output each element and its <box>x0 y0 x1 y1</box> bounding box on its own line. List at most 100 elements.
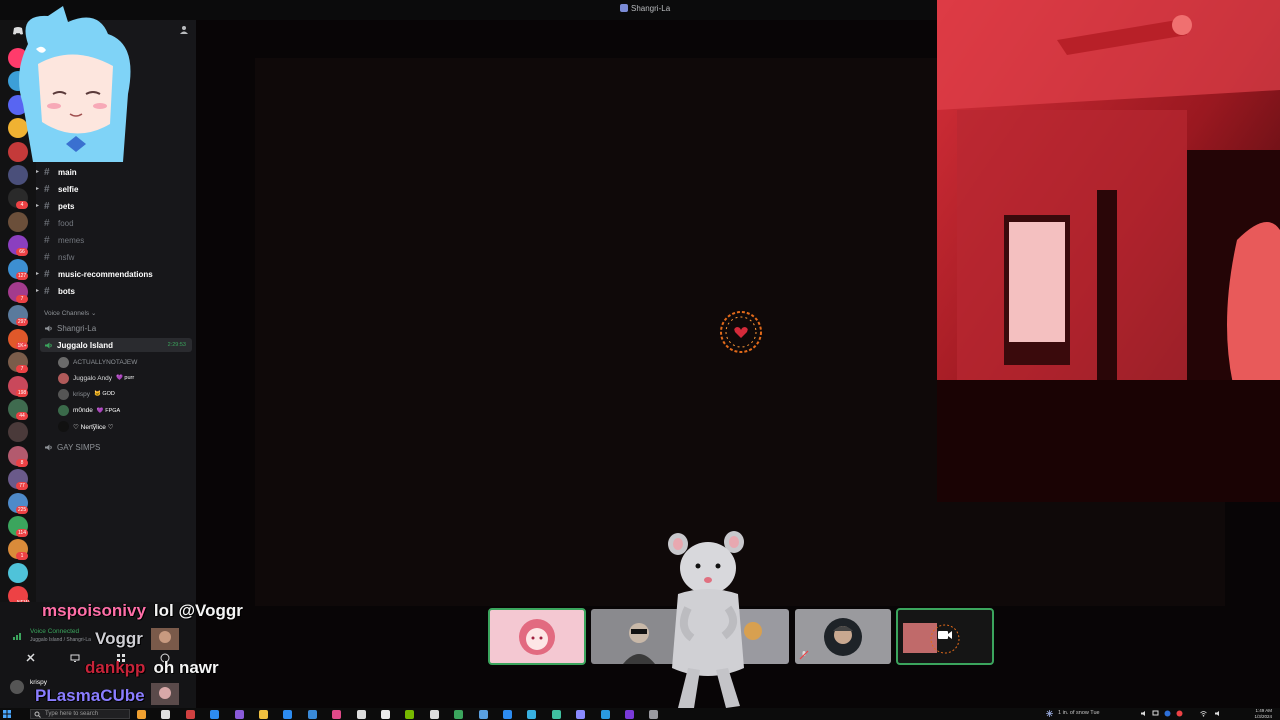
speaker-icon <box>45 325 52 331</box>
taskbar-app-icon[interactable] <box>137 710 146 719</box>
windows-taskbar: Type here to search 1 in. of snow Tue 1:… <box>0 708 1280 720</box>
participant-tile[interactable] <box>795 609 891 664</box>
wifi-tray-icon[interactable] <box>1200 710 1207 717</box>
unread-badge: 198 <box>16 388 28 397</box>
member-name: ♡ Nerty̅lice ♡ <box>73 423 114 431</box>
server-icon[interactable]: 1 <box>8 539 28 561</box>
heart-orb-icon <box>720 311 762 353</box>
server-icon[interactable]: 44 <box>8 399 28 420</box>
taskbar-app-icon[interactable] <box>307 710 317 719</box>
unread-badge: 297 <box>16 318 28 327</box>
chat-username: mspoisonivy <box>42 601 146 620</box>
taskbar-app-icon[interactable] <box>625 710 634 719</box>
hash-icon: # <box>44 285 50 297</box>
expand-caret-icon[interactable]: ▸ <box>36 168 39 175</box>
taskbar-app-icon[interactable] <box>454 710 464 719</box>
taskbar-search[interactable]: Type here to search <box>30 709 130 719</box>
voice-channel[interactable]: GAY SIMPS <box>44 440 100 454</box>
channel-memes[interactable]: # memes <box>44 233 84 247</box>
weather-widget[interactable]: 1 in. of snow Tue <box>1058 710 1100 716</box>
taskbar-app-icon[interactable] <box>503 710 512 719</box>
taskbar-app-icon[interactable] <box>527 710 537 719</box>
server-icon[interactable]: 77 <box>8 469 28 491</box>
screen-share-icon[interactable] <box>70 653 80 663</box>
voice-channel[interactable]: Juggalo Island 2:29:53 <box>40 338 192 352</box>
server-icon[interactable]: 114 <box>8 516 28 537</box>
channel-pets[interactable]: # pets <box>44 199 74 213</box>
taskbar-app-icon[interactable] <box>576 710 586 719</box>
voice-member[interactable]: Juggalo Andy 💜 purr <box>58 371 134 385</box>
unread-badge: 7 <box>16 295 28 303</box>
channel-label: selfie <box>58 184 79 194</box>
hash-icon: # <box>44 251 50 263</box>
participant-tile[interactable] <box>488 608 586 665</box>
voice-channels-header[interactable]: Voice Channels ⌄ <box>44 309 96 317</box>
taskbar-app-icon[interactable] <box>332 710 342 719</box>
voice-channel[interactable]: Shangri-La <box>44 321 96 335</box>
unread-badge: 1K+ <box>16 341 28 350</box>
channel-nsfw[interactable]: # nsfw <box>44 250 74 264</box>
server-icon[interactable] <box>8 211 28 232</box>
channel-food[interactable]: # food <box>44 216 74 230</box>
windows-start-icon[interactable] <box>2 709 12 719</box>
taskbar-app-icon[interactable] <box>259 710 268 719</box>
taskbar-app-icon[interactable] <box>356 710 366 719</box>
server-icon[interactable]: 8 <box>8 445 28 467</box>
voice-member[interactable]: krispy 🐱 GOD <box>58 387 115 401</box>
voice-member[interactable]: ACTUALLYNOTAJEW <box>58 355 137 369</box>
member-status: 💜 FPGA <box>96 407 121 414</box>
taskbar-app-icon[interactable] <box>600 710 610 719</box>
user-avatar[interactable] <box>10 680 24 694</box>
taskbar-app-icon[interactable] <box>429 710 439 719</box>
taskbar-app-icon[interactable] <box>649 710 659 719</box>
channel-music-recommendations[interactable]: # music-recommendations <box>44 267 153 281</box>
taskbar-app-icon[interactable] <box>405 710 415 719</box>
member-avatar <box>58 388 69 400</box>
server-icon[interactable]: 297 <box>8 305 28 327</box>
voice-member[interactable]: ♡ Nerty̅lice ♡ <box>58 420 114 434</box>
server-icon[interactable] <box>8 165 28 185</box>
channel-main[interactable]: # main <box>44 165 77 179</box>
participant-tile[interactable] <box>896 608 994 665</box>
taskbar-app-icon[interactable] <box>478 710 488 719</box>
server-icon[interactable]: 7 <box>8 352 28 374</box>
hash-icon: # <box>44 217 50 229</box>
server-icon[interactable]: 4 <box>8 188 28 210</box>
server-icon[interactable]: 1K+ <box>8 328 28 350</box>
voice-timer: 2:29:53 <box>167 342 186 348</box>
channel-label: nsfw <box>58 252 75 262</box>
volume-tray-icon[interactable] <box>1214 710 1221 717</box>
server-icon[interactable]: 7 <box>8 282 28 303</box>
server-icon[interactable]: 127 <box>8 258 28 280</box>
taskbar-app-icon[interactable] <box>185 710 195 719</box>
expand-caret-icon[interactable]: ▸ <box>36 287 39 294</box>
weather-snow-icon <box>1046 710 1053 717</box>
taskbar-clock[interactable]: 1:49 AM 1/3/2024 <box>1232 708 1272 720</box>
app-tray-icon[interactable] <box>1176 710 1183 717</box>
expand-caret-icon[interactable]: ▸ <box>36 185 39 192</box>
expand-caret-icon[interactable]: ▸ <box>36 270 39 277</box>
plasmacube-avatar <box>151 683 179 705</box>
server-icon[interactable] <box>8 562 28 583</box>
channel-selfie[interactable]: # selfie <box>44 182 78 196</box>
noise-suppression-icon[interactable] <box>26 653 36 663</box>
participant-avatar <box>795 609 891 664</box>
taskbar-app-icon[interactable] <box>381 710 390 719</box>
network-tray-icon[interactable] <box>1152 710 1159 717</box>
channel-label: bots <box>58 286 75 296</box>
bluetooth-tray-icon[interactable] <box>1164 710 1171 717</box>
voice-connected-label: Voice Connected <box>30 628 80 635</box>
server-icon[interactable]: 225 <box>8 492 28 514</box>
taskbar-app-icon[interactable] <box>234 710 244 719</box>
voice-member[interactable]: m0nde 💜 FPGA <box>58 404 120 418</box>
add-friend-icon[interactable] <box>179 25 189 35</box>
server-icon[interactable]: 198 <box>8 375 28 397</box>
speaker-tray-icon[interactable] <box>1140 710 1147 717</box>
taskbar-app-icon[interactable] <box>210 710 220 719</box>
expand-caret-icon[interactable]: ▸ <box>36 202 39 209</box>
taskbar-app-icon[interactable] <box>551 710 561 719</box>
channel-bots[interactable]: # bots <box>44 284 75 298</box>
taskbar-app-icon[interactable] <box>283 710 293 719</box>
server-icon[interactable]: 66 <box>8 235 28 257</box>
taskbar-app-icon[interactable] <box>161 710 171 719</box>
